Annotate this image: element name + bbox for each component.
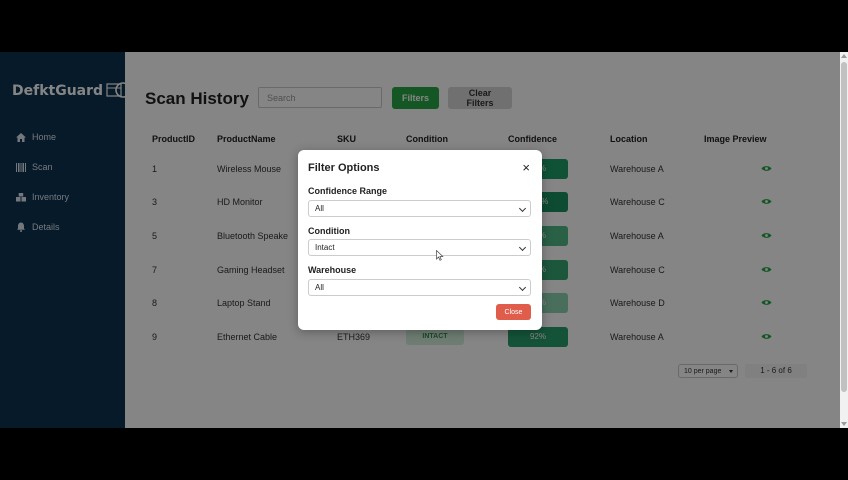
scrollbar-thumb[interactable] — [841, 62, 847, 392]
chevron-down-icon — [518, 243, 527, 252]
warehouse-select[interactable]: All — [308, 279, 531, 296]
modal-title: Filter Options — [308, 162, 380, 174]
condition-select[interactable]: Intact — [308, 239, 531, 256]
filter-options-modal: Filter Options × Confidence Range All Co… — [298, 150, 542, 330]
scroll-up-icon[interactable] — [841, 54, 847, 58]
page-scrollbar[interactable] — [840, 52, 848, 428]
scroll-down-icon[interactable] — [841, 422, 847, 426]
warehouse-label: Warehouse — [308, 265, 357, 275]
confidence-range-value: All — [315, 204, 324, 213]
mouse-cursor-icon — [436, 250, 444, 261]
confidence-range-label: Confidence Range — [308, 186, 388, 196]
chevron-down-icon — [518, 283, 527, 292]
condition-label: Condition — [308, 226, 350, 236]
condition-value: Intact — [315, 243, 335, 252]
close-button[interactable]: Close — [496, 304, 531, 320]
app-window: DefktGuard Home Scan Inventory Details S… — [0, 52, 840, 428]
close-icon[interactable]: × — [522, 160, 530, 175]
warehouse-value: All — [315, 283, 324, 292]
chevron-down-icon — [518, 204, 527, 213]
confidence-range-select[interactable]: All — [308, 200, 531, 217]
